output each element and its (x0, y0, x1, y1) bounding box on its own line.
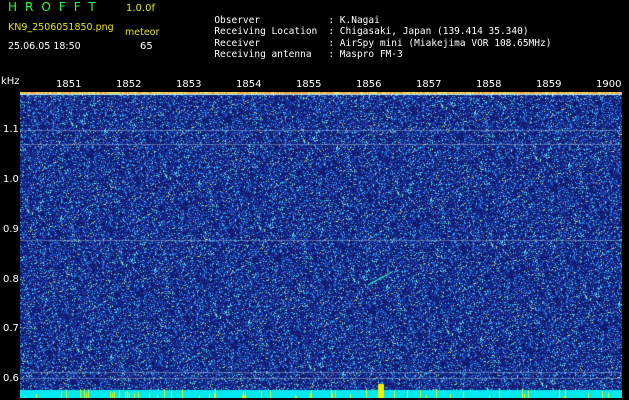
info-separator: : (328, 37, 335, 49)
frequency-tick: 0.6 (3, 373, 19, 384)
frequency-unit-label: kHz (1, 76, 20, 87)
station-info: Observer: K.Nagai Receiving Location: Ch… (180, 3, 552, 61)
frequency-tick: 1.0 (3, 174, 19, 185)
time-tick: 1852 (116, 79, 142, 90)
time-tick: 1853 (176, 79, 202, 90)
info-separator: : (328, 49, 335, 60)
time-tick: 1854 (236, 79, 262, 90)
time-tick: 1858 (476, 79, 502, 90)
spectrogram-canvas (20, 92, 622, 398)
frequency-tick: 0.8 (3, 274, 19, 285)
info-value: AirSpy mini (Miakejima VOR 108.65MHz) (339, 37, 552, 49)
meteor-count: 65 (140, 41, 153, 52)
app-version: 1.0.0f (126, 3, 155, 14)
info-row-observer: Observer: K.Nagai (180, 3, 551, 26)
info-key: Receiving Location (214, 26, 318, 37)
date-time: 25.06.05 18:50 (8, 41, 81, 52)
info-value: Maspro FM-3 (339, 49, 403, 60)
info-value: Chigasaki, Japan (139.414 35.340) (339, 26, 529, 37)
frequency-tick: 1.1 (3, 124, 19, 135)
spectrogram-plot (20, 92, 622, 398)
info-key: Receiver (214, 37, 261, 49)
info-key: Observer (214, 14, 261, 26)
frequency-tick: 0.9 (3, 224, 19, 235)
time-tick: 1859 (536, 79, 562, 90)
frequency-tick: 0.7 (3, 323, 19, 334)
time-tick: 1856 (356, 79, 382, 90)
info-key: Receiving antenna (214, 49, 312, 60)
app-name: HROFFT (8, 0, 104, 14)
time-tick: 1857 (416, 79, 442, 90)
file-name: KN9_2506051850.png (8, 22, 114, 33)
hrofft-window: HROFFT 1.0.0f KN9_2506051850.png meteor … (0, 0, 629, 400)
info-separator: : (328, 26, 335, 37)
time-tick: 1900 (596, 79, 622, 90)
meteor-count-label: meteor (125, 27, 160, 38)
time-tick: 1855 (296, 79, 322, 90)
info-separator: : (328, 14, 335, 26)
info-value: K.Nagai (339, 14, 380, 26)
time-tick: 1851 (56, 79, 82, 90)
